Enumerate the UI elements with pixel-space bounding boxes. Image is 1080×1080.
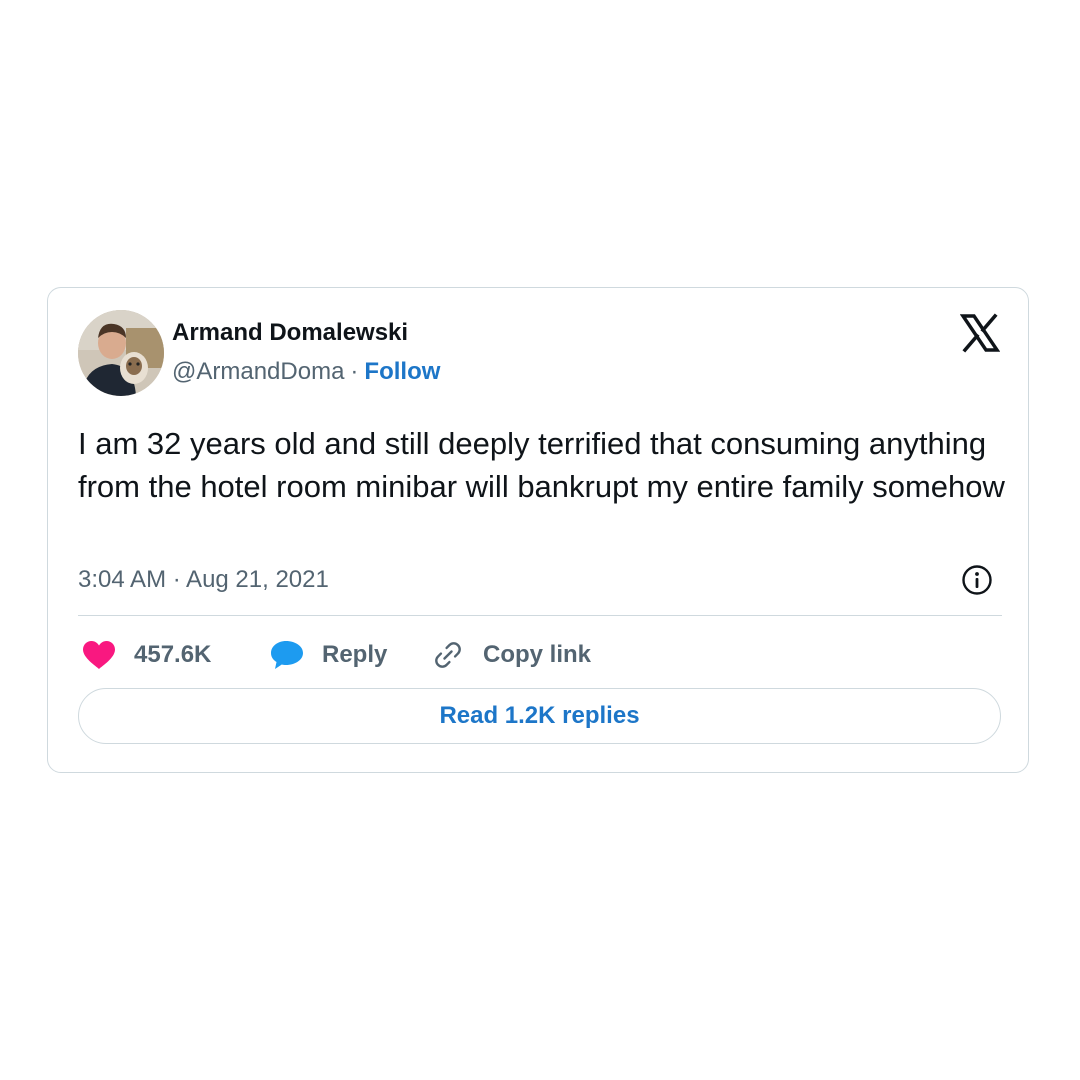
like-button[interactable]: 457.6K [82,638,211,672]
copy-link-button[interactable]: Copy link [431,638,591,672]
follow-link[interactable]: Follow [364,358,440,385]
tweet-timestamp[interactable]: 3:04 AM · Aug 21, 2021 [78,566,329,594]
author-handle-row: @ArmandDoma · Follow [172,358,440,386]
tweet-card: Armand Domalewski @ArmandDoma · Follow I a… [47,287,1029,773]
author-handle[interactable]: @ArmandDoma [172,358,344,385]
tweet-text: I am 32 years old and still deeply terri… [78,426,1005,504]
reply-button[interactable]: Reply [270,638,387,672]
x-logo-icon[interactable] [959,313,1001,353]
like-count: 457.6K [134,641,212,668]
separator-dot: · [350,358,359,385]
reply-label: Reply [322,641,388,668]
link-icon [435,642,461,668]
copy-link-label: Copy link [483,641,592,668]
avatar[interactable] [78,310,164,396]
divider [78,615,1002,616]
speech-bubble-icon [271,641,303,669]
read-replies-button[interactable]: Read 1.2K replies [78,688,1001,744]
heart-icon [83,641,115,669]
info-icon[interactable] [961,564,993,596]
author-name[interactable]: Armand Domalewski [172,319,408,347]
